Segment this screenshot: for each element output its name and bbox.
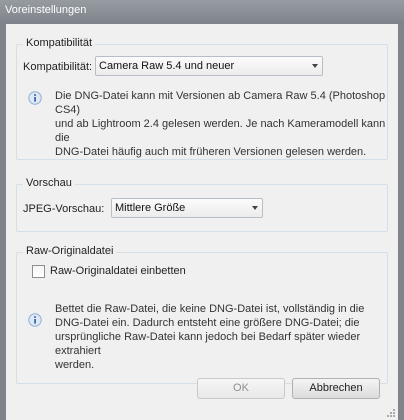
compat-info-line: Die DNG-Datei kann mit Versionen ab Came… (55, 90, 386, 116)
embed-raw-label[interactable]: Raw-Originaldatei einbetten (50, 265, 186, 277)
dialog-window: Voreinstellungen Kompatibilität Kompatib… (0, 0, 404, 420)
compat-select[interactable]: Camera Raw 5.4 und neuer (95, 56, 323, 76)
raw-group-title: Raw-Originaldatei (23, 245, 117, 257)
compat-info-line: und ab Lightroom 2.4 gelesen werden. Je … (55, 118, 386, 144)
raw-group: Raw-Originaldatei Raw-Originaldatei einb… (16, 245, 388, 384)
jpeg-preview-label: JPEG-Vorschau: (23, 203, 105, 215)
chevron-down-icon (252, 206, 258, 210)
compat-info-text: Die DNG-Datei kann mit Versionen ab Came… (55, 89, 387, 159)
jpeg-preview-select[interactable]: Mittlere Größe (111, 198, 263, 218)
compat-group-title: Kompatibilität (23, 37, 96, 49)
raw-info-line: Bettet die Raw-Datei, die keine DNG-Date… (55, 303, 365, 315)
embed-raw-checkbox[interactable] (32, 265, 45, 278)
info-icon (28, 91, 42, 105)
compat-label: Kompatibilität: (23, 61, 93, 73)
compat-group: Kompatibilität Kompatibilität: Camera Ra… (16, 37, 388, 160)
preview-group: Vorschau JPEG-Vorschau: Mittlere Größe (16, 177, 388, 232)
ok-button[interactable]: OK (197, 378, 285, 399)
raw-info-line: DNG-Datei ein. Dadurch entsteht eine grö… (55, 317, 360, 329)
resize-grip-icon[interactable] (386, 408, 396, 418)
window-title: Voreinstellungen (5, 4, 87, 16)
jpeg-preview-select-value: Mittlere Größe (115, 202, 186, 214)
compat-info-line: DNG-Datei häufig auch mit früheren Versi… (55, 146, 367, 158)
dialog-body: Kompatibilität Kompatibilität: Camera Ra… (6, 24, 398, 420)
preview-group-title: Vorschau (23, 177, 75, 189)
cancel-button[interactable]: Abbrechen (292, 378, 380, 399)
raw-info-line: ursprüngliche Raw-Datei kann jedoch bei … (55, 331, 361, 357)
info-icon (28, 313, 42, 327)
raw-info-line: werden. (55, 359, 95, 371)
raw-info-text: Bettet die Raw-Datei, die keine DNG-Date… (55, 302, 387, 372)
chevron-down-icon (312, 64, 318, 68)
compat-select-value: Camera Raw 5.4 und neuer (99, 60, 235, 72)
title-bar[interactable]: Voreinstellungen (0, 0, 404, 24)
